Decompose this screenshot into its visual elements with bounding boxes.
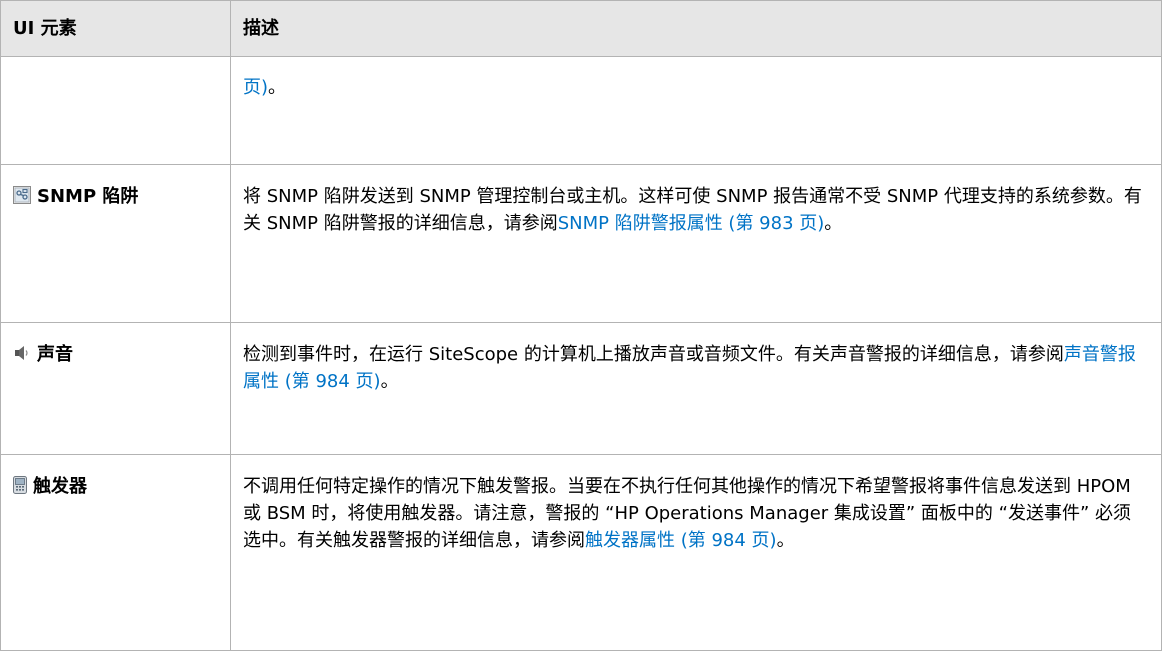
header-description: 描述 xyxy=(230,0,1162,57)
table-row-trigger: 触发器 不调用任何特定操作的情况下触发警报。当要在不执行任何其他操作的情况下希望… xyxy=(0,454,1162,651)
ui-elements-table: UI 元素 描述 页)。 SNMP 陷阱 将 SNMP 陷阱发送到 SNMP 管… xyxy=(0,0,1162,651)
element-label: SNMP 陷阱 xyxy=(37,186,139,207)
table-row-continued: 页)。 xyxy=(0,56,1162,165)
element-cell: 声音 xyxy=(0,322,231,455)
speaker-icon xyxy=(13,344,31,362)
description-suffix: 。 xyxy=(776,530,795,551)
element-cell: SNMP 陷阱 xyxy=(0,164,231,323)
description-suffix: 。 xyxy=(268,77,287,98)
trigger-device-icon xyxy=(13,476,27,494)
table-row-sound: 声音 检测到事件时，在运行 SiteScope 的计算机上播放声音或音频文件。有… xyxy=(0,322,1162,455)
table-header-row: UI 元素 描述 xyxy=(0,0,1162,57)
snmp-trap-properties-link[interactable]: SNMP 陷阱警报属性 (第 983 页) xyxy=(558,213,825,234)
trigger-properties-link[interactable]: 触发器属性 (第 984 页) xyxy=(585,530,777,551)
description-text: 检测到事件时，在运行 SiteScope 的计算机上播放声音或音频文件。有关声音… xyxy=(243,344,1064,365)
description-suffix: 。 xyxy=(824,213,843,234)
description-cell: 检测到事件时，在运行 SiteScope 的计算机上播放声音或音频文件。有关声音… xyxy=(230,322,1162,455)
description-cell: 不调用任何特定操作的情况下触发警报。当要在不执行任何其他操作的情况下希望警报将事… xyxy=(230,454,1162,651)
snmp-trap-icon xyxy=(13,186,31,204)
element-cell: 触发器 xyxy=(0,454,231,651)
table-row-snmp-trap: SNMP 陷阱 将 SNMP 陷阱发送到 SNMP 管理控制台或主机。这样可使 … xyxy=(0,164,1162,323)
element-label: 触发器 xyxy=(33,476,87,497)
header-ui-element: UI 元素 xyxy=(0,0,231,57)
page-reference-link[interactable]: 页) xyxy=(243,77,268,98)
description-cell: 页)。 xyxy=(230,56,1162,165)
description-cell: 将 SNMP 陷阱发送到 SNMP 管理控制台或主机。这样可使 SNMP 报告通… xyxy=(230,164,1162,323)
element-label: 声音 xyxy=(37,344,73,365)
element-cell xyxy=(0,56,231,165)
description-suffix: 。 xyxy=(380,371,399,392)
